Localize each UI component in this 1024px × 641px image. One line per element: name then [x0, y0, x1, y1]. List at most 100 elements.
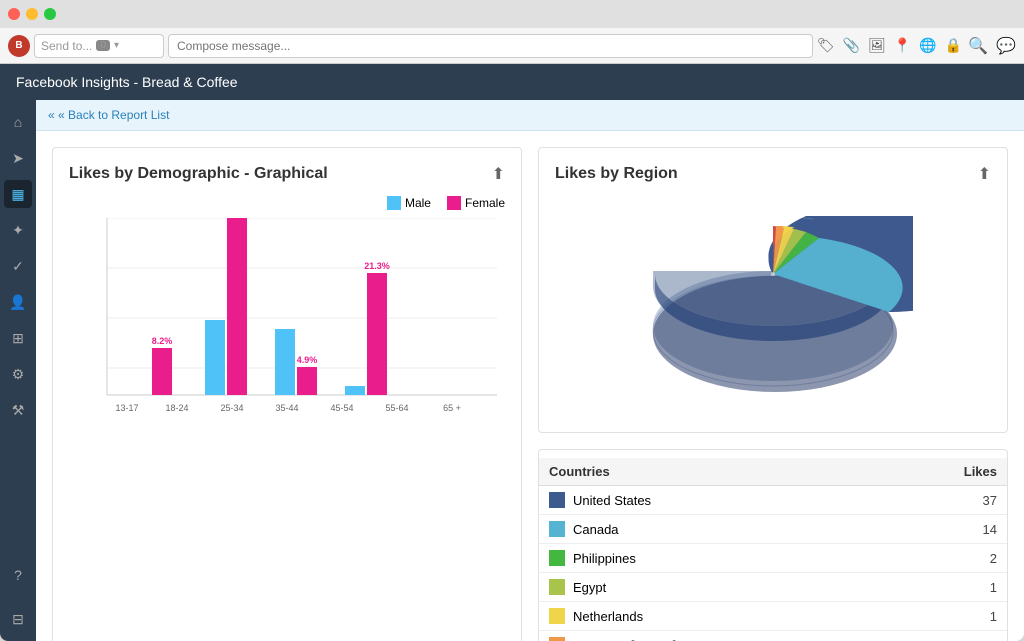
- country-color-dot: [549, 550, 565, 566]
- table-row: Philippines2: [539, 544, 1007, 573]
- download-region-icon[interactable]: ⬆: [978, 164, 991, 184]
- svg-text:21.3%: 21.3%: [364, 261, 390, 271]
- bar-female-18-24: [152, 348, 172, 395]
- table-row: Canada14: [539, 515, 1007, 544]
- back-link-bar: « Back to Report List: [36, 100, 1024, 131]
- country-color-dot: [549, 579, 565, 595]
- svg-text:35-44: 35-44: [275, 403, 298, 413]
- sidebar-item-bottom[interactable]: ⊟: [4, 605, 32, 633]
- region-table-header-row: Countries Likes: [539, 458, 1007, 486]
- tag-icon[interactable]: 🏷: [817, 37, 835, 54]
- svg-text:13.1%: 13.1%: [202, 308, 228, 318]
- svg-text:11.5%: 11.5%: [272, 317, 297, 327]
- page-title: Facebook Insights - Bread & Coffee: [16, 74, 238, 90]
- back-link[interactable]: « Back to Report List: [48, 108, 169, 122]
- traffic-lights: [8, 8, 56, 20]
- close-button[interactable]: [8, 8, 20, 20]
- bar-male-35-44: [275, 329, 295, 395]
- svg-text:55-64: 55-64: [385, 403, 408, 413]
- demographics-chart-header: Likes by Demographic - Graphical ⬆: [69, 164, 505, 184]
- svg-text:25-34: 25-34: [220, 403, 243, 413]
- bar-chart-svg: 8.2% 13.1% 31.1% 11.5% 4.9%: [69, 218, 505, 428]
- attachment-icon[interactable]: 📎: [843, 37, 860, 54]
- avatar: B: [8, 35, 30, 57]
- compose-input[interactable]: [168, 34, 813, 58]
- toolbar-left: B Send to... 0 ▾ 🏷 📎 🖼 📍 🌐 🔒: [8, 34, 962, 58]
- map-icon[interactable]: 📍: [894, 37, 911, 54]
- col-likes: Likes: [883, 458, 1007, 486]
- search-icon[interactable]: 🔍: [968, 36, 988, 56]
- col-countries: Countries: [539, 458, 883, 486]
- main-layout: ⌂ ➤ ▦ ✦ ✓ 👤 ⊞ ⚙ ⚒ ? ⊟ « Back to Report L…: [0, 100, 1024, 641]
- bar-female-45-54: [367, 273, 387, 395]
- maximize-button[interactable]: [44, 8, 56, 20]
- sidebar-item-send[interactable]: ➤: [4, 144, 32, 172]
- sidebar-item-tag[interactable]: ✦: [4, 216, 32, 244]
- table-row: Myanmar [Burma]1: [539, 631, 1007, 641]
- sidebar-item-person[interactable]: 👤: [4, 288, 32, 316]
- sidebar-item-wrench[interactable]: ⚒: [4, 396, 32, 424]
- svg-text:4.9%: 4.9%: [297, 355, 318, 365]
- region-table-body: United States37Canada14Philippines2Egypt…: [539, 486, 1007, 641]
- table-row: Egypt1: [539, 573, 1007, 602]
- globe-icon[interactable]: 🌐: [919, 37, 936, 54]
- app-header: Facebook Insights - Bread & Coffee: [0, 64, 1024, 100]
- region-chart-header: Likes by Region ⬆: [555, 164, 991, 184]
- legend-male-color: [387, 196, 401, 210]
- bar-male-25-34: [205, 320, 225, 395]
- chart-legend: Male Female: [69, 196, 505, 210]
- bar-chart-area: Male Female: [69, 196, 505, 446]
- content-area: « Back to Report List Likes by Demograph…: [36, 100, 1024, 641]
- table-row: United States37: [539, 486, 1007, 515]
- bar-male-45-54: [345, 386, 365, 395]
- legend-male-label: Male: [405, 196, 431, 210]
- svg-text:8.2%: 8.2%: [152, 336, 173, 346]
- region-chart-panel: Likes by Region ⬆: [538, 147, 1008, 433]
- minimize-button[interactable]: [26, 8, 38, 20]
- title-bar: [0, 0, 1024, 28]
- country-color-dot: [549, 637, 565, 641]
- sidebar-item-puzzle[interactable]: ⊞: [4, 324, 32, 352]
- svg-text:18-24: 18-24: [165, 403, 188, 413]
- country-color-dot: [549, 521, 565, 537]
- toolbar: B Send to... 0 ▾ 🏷 📎 🖼 📍 🌐 🔒 🔍 💬: [0, 28, 1024, 64]
- bar-female-35-44: [297, 367, 317, 395]
- country-color-dot: [549, 608, 565, 624]
- sidebar-item-check[interactable]: ✓: [4, 252, 32, 280]
- country-color-dot: [549, 492, 565, 508]
- legend-male: Male: [387, 196, 431, 210]
- send-to-badge: 0: [96, 40, 110, 51]
- svg-text:65 +: 65 +: [443, 403, 461, 413]
- region-table: Countries Likes United States37Canada14P…: [539, 458, 1007, 641]
- region-chart-title: Likes by Region: [555, 165, 678, 183]
- sidebar: ⌂ ➤ ▦ ✦ ✓ 👤 ⊞ ⚙ ⚒ ? ⊟: [0, 100, 36, 641]
- demographics-chart-title: Likes by Demographic - Graphical: [69, 165, 328, 183]
- right-panels: Likes by Region ⬆: [538, 147, 1008, 641]
- sidebar-item-settings[interactable]: ⚙: [4, 360, 32, 388]
- lock-icon[interactable]: 🔒: [945, 37, 962, 54]
- legend-female-label: Female: [465, 196, 505, 210]
- legend-female-color: [447, 196, 461, 210]
- toolbar-action-icons: 🏷 📎 🖼 📍 🌐 🔒: [817, 37, 962, 54]
- table-row: Netherlands1: [539, 602, 1007, 631]
- sidebar-item-chart[interactable]: ▦: [4, 180, 32, 208]
- image-icon[interactable]: 🖼: [868, 37, 886, 54]
- dashboard: Likes by Demographic - Graphical ⬆ Male …: [36, 131, 1024, 641]
- toolbar-right: 🔍 💬: [968, 36, 1016, 56]
- bar-female-25-34: [227, 218, 247, 395]
- pie-chart-svg: [633, 216, 913, 396]
- app-window: B Send to... 0 ▾ 🏷 📎 🖼 📍 🌐 🔒 🔍 💬 Face: [0, 0, 1024, 641]
- sidebar-item-help[interactable]: ?: [4, 561, 32, 589]
- chat-icon[interactable]: 💬: [996, 36, 1016, 56]
- sidebar-item-home[interactable]: ⌂: [4, 108, 32, 136]
- legend-female: Female: [447, 196, 505, 210]
- send-to-placeholder: Send to...: [41, 39, 92, 53]
- region-table-panel: Countries Likes United States37Canada14P…: [538, 449, 1008, 641]
- demographics-chart-panel: Likes by Demographic - Graphical ⬆ Male …: [52, 147, 522, 641]
- svg-text:45-54: 45-54: [330, 403, 353, 413]
- send-to-field[interactable]: Send to... 0 ▾: [34, 34, 164, 58]
- download-chart-icon[interactable]: ⬆: [492, 164, 505, 184]
- dropdown-arrow-icon[interactable]: ▾: [114, 40, 119, 51]
- svg-text:13-17: 13-17: [115, 403, 138, 413]
- pie-chart-container: [555, 196, 991, 416]
